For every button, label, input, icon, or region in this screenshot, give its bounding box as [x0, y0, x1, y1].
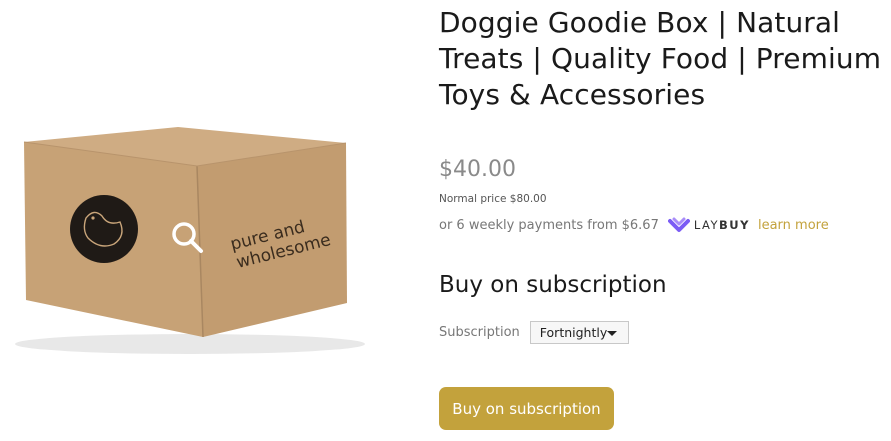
product-title: Doggie Goodie Box | Natural Treats | Qua…	[439, 6, 882, 111]
subscription-selected-value: Fortnightly	[539, 325, 608, 340]
buy-on-subscription-button[interactable]: Buy on subscription	[439, 387, 614, 430]
learn-more-link[interactable]: learn more	[758, 218, 829, 233]
normal-price: Normal price $80.00	[439, 193, 547, 205]
laybuy-heart-icon	[667, 217, 690, 232]
installments-text: or 6 weekly payments from $6.67	[439, 217, 659, 233]
laybuy-brand-buy: BUY	[719, 218, 750, 232]
laybuy-logo: LAYBUY	[667, 216, 750, 234]
product-gallery: pure and wholesome	[0, 0, 400, 441]
chevron-down-icon	[606, 331, 617, 336]
subscription-label: Subscription	[439, 325, 520, 340]
laybuy-installments: or 6 weekly payments from $6.67 LAYBUY l…	[439, 215, 829, 235]
subscription-frequency-select[interactable]: Fortnightly	[529, 321, 629, 344]
magnifier-icon[interactable]	[170, 220, 204, 254]
subscription-heading: Buy on subscription	[439, 272, 667, 298]
laybuy-brand-lay: LAY	[693, 218, 720, 232]
subscription-row: Subscription Fortnightly	[439, 321, 629, 344]
sale-price: $40.00	[439, 157, 516, 182]
